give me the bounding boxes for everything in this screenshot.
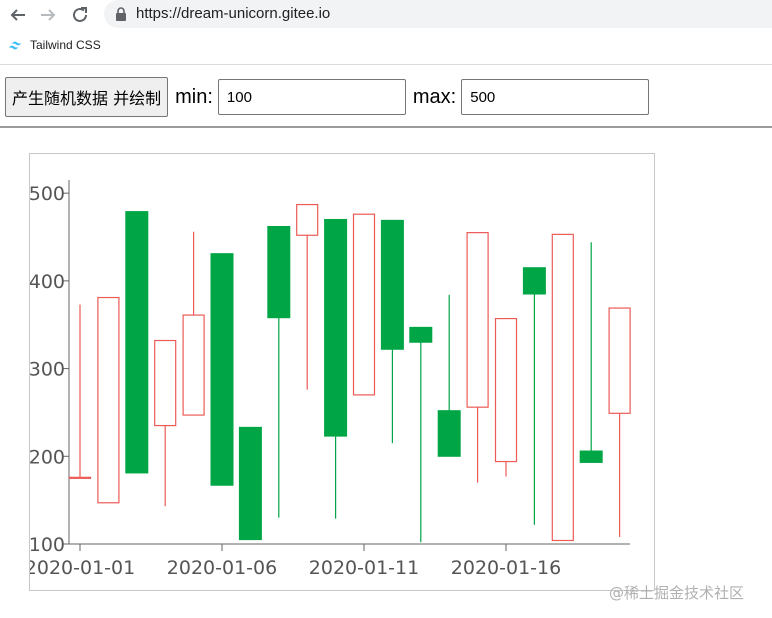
max-input[interactable] — [461, 79, 650, 115]
min-label: min: — [175, 85, 213, 108]
candle-body-down — [437, 410, 461, 457]
y-tick-label: 100 — [30, 534, 65, 556]
x-tick-label: 2020-01-11 — [309, 557, 419, 579]
bookmark-label: Tailwind CSS — [30, 38, 101, 52]
reload-icon — [73, 7, 87, 22]
candle-body-down — [579, 450, 603, 463]
tailwind-logo-icon — [9, 41, 21, 50]
back-button[interactable] — [6, 3, 30, 27]
candle-body-down — [267, 225, 291, 319]
y-tick-label: 400 — [30, 271, 65, 293]
candle-body-down — [522, 267, 546, 295]
generate-random-data-button[interactable]: 产生随机数据 并绘制 — [5, 77, 169, 117]
lock-icon — [116, 7, 126, 21]
min-input[interactable] — [217, 79, 406, 115]
candle-body-down — [125, 211, 149, 474]
url-text: https://dream-unicorn.gitee.io — [136, 5, 331, 22]
divider — [0, 126, 772, 128]
candle-body-up — [97, 296, 120, 504]
candle-body-up — [296, 203, 319, 236]
y-tick-label: 300 — [30, 359, 65, 381]
candle-body-down — [210, 253, 234, 486]
candle-body-down — [324, 218, 348, 437]
watermark: @稀土掘金技术社区 — [609, 584, 745, 602]
candle-body-down — [380, 219, 404, 350]
candle-body-up — [466, 232, 489, 408]
browser-toolbar: https://dream-unicorn.gitee.io — [0, 0, 772, 30]
max-label: max: — [412, 85, 457, 108]
arrow-left-icon — [10, 9, 25, 21]
x-tick-label: 2020-01-01 — [30, 557, 135, 579]
candle-body-up — [352, 213, 376, 396]
candle-body-down — [238, 426, 262, 541]
arrow-right-icon — [41, 9, 56, 21]
x-tick-label: 2020-01-16 — [451, 557, 561, 579]
candle-body-up — [154, 339, 177, 427]
candle-body-down — [409, 326, 433, 343]
candlestick-chart: 100 200 300 400 500 2020-01-01 2020-01-06 2020-… — [25, 180, 631, 579]
chart-container: 100 200 300 400 500 2020-01-01 2020-01-06 2020-… — [25, 153, 655, 591]
candle-body-up — [182, 314, 205, 416]
candle-body-up — [551, 233, 574, 542]
candle-body-up — [494, 317, 518, 463]
y-tick-label: 200 — [30, 446, 65, 468]
bookmarks-bar: Tailwind CSS — [0, 30, 772, 65]
bookmark-tailwind[interactable]: Tailwind CSS — [8, 38, 101, 52]
reload-button[interactable] — [68, 3, 92, 27]
y-tick-label: 500 — [30, 183, 65, 205]
candle-body-up — [608, 307, 631, 414]
x-tick-label: 2020-01-06 — [167, 557, 277, 579]
controls-row: 产生随机数据 并绘制 min: max: — [5, 77, 650, 117]
forward-button[interactable] — [36, 3, 60, 27]
candle-body-up — [68, 476, 92, 479]
address-bar[interactable]: https://dream-unicorn.gitee.io — [104, 0, 772, 28]
